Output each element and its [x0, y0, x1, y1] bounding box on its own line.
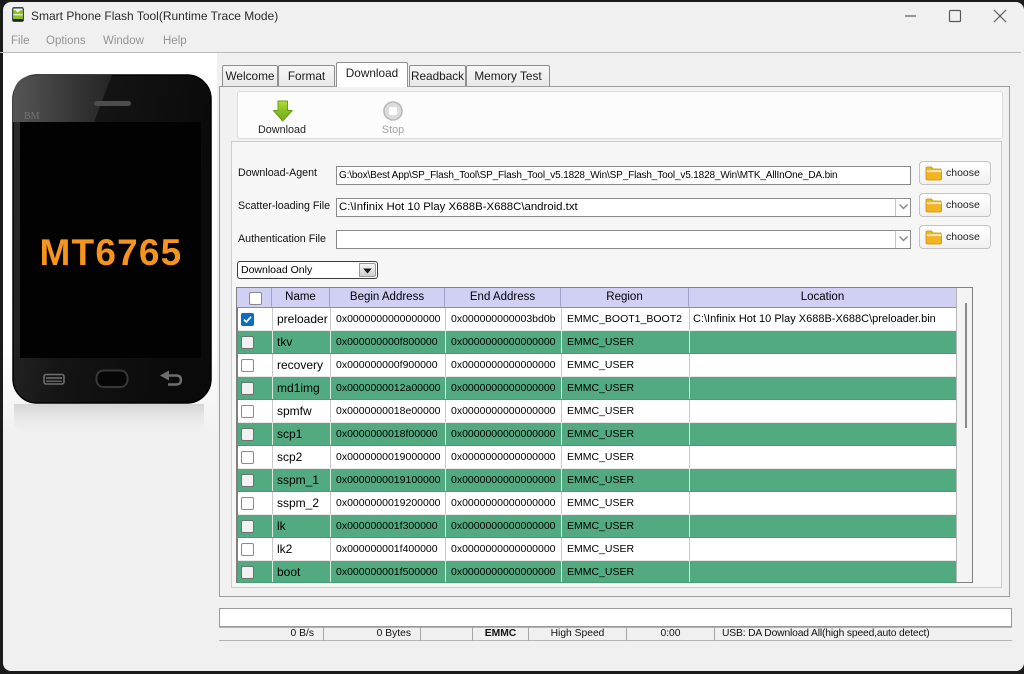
svg-text:MT6765: MT6765 — [40, 232, 183, 273]
svg-text:BM: BM — [24, 111, 40, 122]
